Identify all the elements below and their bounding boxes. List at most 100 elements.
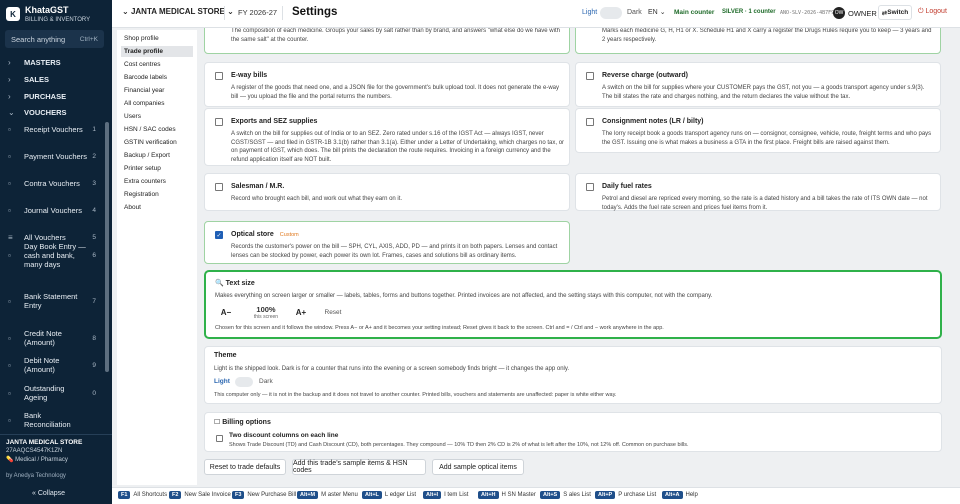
module-card-schedule[interactable]: Marks each medicine G, H, H1 or X. Sched… <box>575 28 941 54</box>
settings-nav-hsn-sac[interactable]: HSN / SAC codes <box>121 124 193 135</box>
collapse-button[interactable]: « Collapse <box>32 490 65 497</box>
shortcut-new-purchase[interactable]: F3 New Purchase Bill <box>232 491 296 499</box>
sidebar-item-shortcut: 9 <box>92 361 96 369</box>
avatar[interactable]: OW <box>833 7 845 19</box>
sidebar-item-shortcut: 8 <box>92 334 96 342</box>
shortcut-key: F3 <box>232 491 245 499</box>
settings-nav-printer-setup[interactable]: Printer setup <box>121 163 193 174</box>
module-card-salesman[interactable]: Salesman / M.R. Record who brought each … <box>204 173 570 211</box>
add-sample-items-button[interactable]: Add this trade's sample items & HSN code… <box>292 459 426 475</box>
sidebar-item-shortcut: 5 <box>92 233 96 241</box>
module-description: Petrol and diesel are repriced every mor… <box>602 196 928 211</box>
settings-nav-shop-profile[interactable]: Shop profile <box>121 33 193 44</box>
theme-note: This computer only — it is not in the ba… <box>214 392 617 398</box>
theme-light-option[interactable]: Light <box>214 378 230 385</box>
sidebar-item-label: Debit Note (Amount) <box>24 356 60 374</box>
settings-nav-cost-centres[interactable]: Cost centres <box>121 59 193 70</box>
shortcut-label: All Shortcuts <box>133 492 168 498</box>
company-name: JANTA MEDICAL STORE <box>6 439 83 446</box>
settings-nav-extra-counters[interactable]: Extra counters <box>121 176 193 187</box>
shortcut-master-menu[interactable]: Alt+M M aster Menu <box>297 491 358 499</box>
settings-nav-barcode-labels[interactable]: Barcode labels <box>121 72 193 83</box>
module-checkbox[interactable] <box>215 183 223 191</box>
made-by: by Anedya Technology <box>6 473 66 479</box>
note-icon: ▫ <box>8 360 11 370</box>
shortcut-hsn-master[interactable]: Alt+H H SN Master <box>478 491 536 499</box>
module-card-consignment-notes[interactable]: Consignment notes (LR / bilty) The lorry… <box>575 108 941 153</box>
shortcut-purchase-list[interactable]: Alt+P P urchase List <box>595 491 656 499</box>
theme-dark-label: Dark <box>627 9 642 16</box>
module-checkbox-checked[interactable]: ✓ <box>215 231 223 239</box>
settings-nav-trade-profile[interactable]: Trade profile <box>121 46 193 57</box>
brand-name: KhataGST <box>25 5 69 15</box>
module-card-e-way-bills[interactable]: E-way bills A register of the goods that… <box>204 62 570 107</box>
shortcut-new-sale[interactable]: F2 New Sale Invoice <box>169 491 231 499</box>
book-icon: ▫ <box>8 250 11 260</box>
module-description: Marks each medicine G, H, H1 or X. Sched… <box>602 28 932 43</box>
billing-options-title-text: Billing options <box>222 419 271 426</box>
language-selector[interactable]: EN ⌄ <box>648 8 666 16</box>
financial-year-selector[interactable]: FY 2026-27 <box>238 8 277 17</box>
module-card-salt[interactable]: The composition of each medicine. Groups… <box>204 28 570 54</box>
module-card-reverse-charge[interactable]: Reverse charge (outward) A switch on the… <box>575 62 941 107</box>
module-card-optical-store[interactable]: ✓ Optical store Custom Records the custom… <box>204 221 570 264</box>
theme-section-toggle[interactable] <box>235 377 253 387</box>
settings-nav-users[interactable]: Users <box>121 111 193 122</box>
module-card-daily-fuel-rates[interactable]: Daily fuel rates Petrol and diesel are r… <box>575 173 941 211</box>
module-checkbox[interactable] <box>215 118 223 126</box>
text-size-reset-button[interactable]: Reset <box>318 305 348 319</box>
shortcut-item-list[interactable]: Alt+I I tem List <box>423 491 468 499</box>
switch-user-button[interactable]: ⇄ Switch <box>878 5 912 20</box>
shortcut-label: H SN Master <box>501 492 536 498</box>
two-discount-checkbox[interactable] <box>216 435 223 442</box>
settings-nav-backup-export[interactable]: Backup / Export <box>121 150 193 161</box>
text-size-description: Makes everything on screen larger or sma… <box>215 293 713 299</box>
settings-nav-all-companies[interactable]: All companies <box>121 98 193 109</box>
pill-icon: 💊 <box>6 457 14 463</box>
shortcut-all[interactable]: F1 All Shortcuts <box>118 491 167 499</box>
text-size-increase-button[interactable]: A+ <box>290 303 312 321</box>
shortcut-bar: F1 All Shortcuts F2 New Sale Invoice F3 New… <box>112 487 960 504</box>
chevron-down-icon: ⌄ <box>122 7 131 16</box>
sidebar-scrollbar[interactable] <box>105 122 109 372</box>
business-type: 💊 Medical / Pharmacy <box>6 456 106 465</box>
document-icon: ▫ <box>8 151 11 161</box>
text-size-decrease-button[interactable]: A− <box>215 303 237 321</box>
logout-button[interactable]: ⏻ Logout <box>918 8 947 16</box>
module-checkbox[interactable] <box>215 72 223 80</box>
theme-dark-option[interactable]: Dark <box>259 378 273 385</box>
module-checkbox[interactable] <box>586 72 594 80</box>
switch-label: Switch <box>887 9 909 16</box>
reset-trade-defaults-button[interactable]: Reset to trade defaults <box>204 459 286 475</box>
shortcut-help[interactable]: Alt+A Help <box>662 491 698 499</box>
document-icon: ▫ <box>8 205 11 215</box>
module-card-exports-sez[interactable]: Exports and SEZ supplies A switch on the… <box>204 108 570 166</box>
shortcut-sales-list[interactable]: Alt+S S ales List <box>540 491 591 499</box>
text-size-note: Chosen for this screen and it follows th… <box>215 325 664 331</box>
search-shortcut: Ctrl+K <box>79 35 98 43</box>
sidebar-item-shortcut: 3 <box>92 179 96 187</box>
bank-icon: ▫ <box>8 296 11 306</box>
sidebar-item-shortcut: 1 <box>92 125 96 133</box>
sidebar-item-label: Day Book Entry — cash and bank, many day… <box>24 241 86 269</box>
document-icon: ▫ <box>8 124 11 134</box>
shortcut-label: New Purchase Bill <box>247 492 297 498</box>
settings-nav-gstin-verification[interactable]: GSTIN verification <box>121 137 193 148</box>
settings-nav-about[interactable]: About <box>121 202 193 213</box>
theme-toggle[interactable] <box>600 7 622 19</box>
shortcut-key: Alt+M <box>297 491 319 499</box>
add-sample-optical-button[interactable]: Add sample optical items <box>432 459 524 475</box>
module-checkbox[interactable] <box>586 183 594 191</box>
module-title: Optical store Custom <box>231 231 299 238</box>
shortcut-label: L edger List <box>384 492 417 498</box>
divider <box>282 6 283 20</box>
shop-selector[interactable]: ⌄ JANTA MEDICAL STORE ⌄ <box>122 7 234 16</box>
shortcut-key: Alt+S <box>540 491 561 499</box>
search-input[interactable]: Search anything Ctrl+K <box>5 30 104 48</box>
shortcut-label: S ales List <box>563 492 591 498</box>
settings-nav-registration[interactable]: Registration <box>121 189 193 200</box>
settings-nav-financial-year[interactable]: Financial year <box>121 85 193 96</box>
shortcut-ledger-list[interactable]: Alt+L L edger List <box>362 491 416 499</box>
module-title: E-way bills <box>231 72 268 79</box>
module-checkbox[interactable] <box>586 118 594 126</box>
